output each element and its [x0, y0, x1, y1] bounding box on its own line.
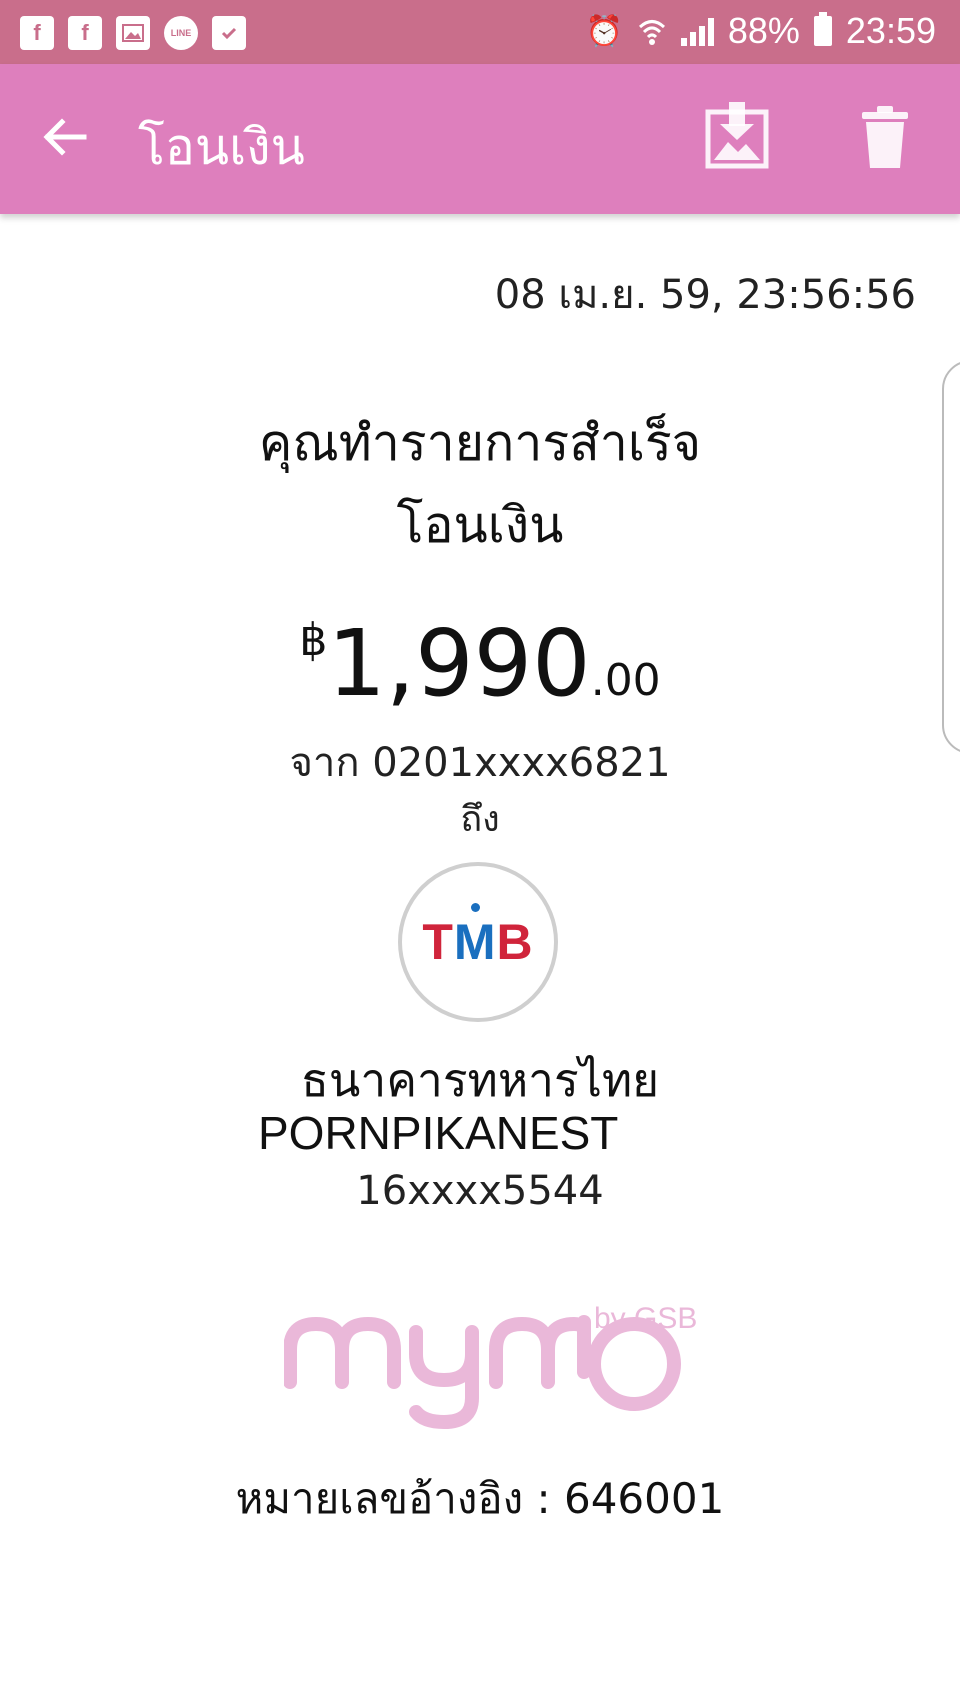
facebook-icon: f	[20, 16, 54, 50]
currency-symbol: ฿	[299, 615, 328, 666]
amount-decimal: .00	[590, 655, 661, 706]
edge-panel-handle[interactable]	[942, 360, 960, 754]
status-bar: f f LINE ⏰ 88% 23:59	[0, 0, 960, 64]
clock: 23:59	[845, 10, 936, 51]
reference-separator: :	[536, 1474, 551, 1523]
app-bar: โอนเงิน	[0, 64, 960, 214]
amount: ฿1,990.00	[0, 610, 960, 717]
gallery-icon	[116, 16, 150, 50]
back-arrow-icon[interactable]	[40, 112, 90, 162]
mymo-logo: by GSB	[284, 1302, 697, 1430]
brand-byline: by GSB	[594, 1302, 697, 1335]
wifi-icon	[638, 20, 665, 45]
reference-label: หมายเลขอ้างอิง	[235, 1474, 524, 1523]
reference-number: 646001	[563, 1474, 725, 1523]
amount-integer: 1,990	[327, 610, 591, 717]
from-line: จาก 0201xxxx6821	[0, 730, 960, 794]
recipient-account: 16xxxx5544	[356, 1168, 604, 1214]
battery-icon	[813, 12, 832, 46]
delete-button[interactable]	[860, 104, 910, 170]
battery-percent: 88%	[727, 10, 800, 51]
from-label: จาก	[289, 740, 360, 786]
reference-line: หมายเลขอ้างอิง : 646001	[0, 1466, 960, 1532]
bank-logo-letter: T	[422, 914, 454, 970]
to-label: ถึง	[460, 799, 500, 840]
bank-logo: TMB	[398, 862, 558, 1022]
transaction-type: โอนเงิน	[396, 496, 564, 554]
bank-logo-letter: M	[453, 903, 497, 970]
save-image-button[interactable]	[704, 100, 770, 170]
page-title: โอนเงิน	[138, 118, 305, 176]
alarm-icon: ⏰	[585, 14, 623, 48]
transaction-timestamp: 08 เม.ย. 59, 23:56:56	[494, 272, 916, 318]
briefcase-icon	[212, 16, 246, 50]
from-account: 0201xxxx6821	[372, 740, 671, 786]
signal-icon	[680, 16, 714, 46]
success-headline: คุณทำรายการสำเร็จ	[258, 414, 702, 472]
system-status: ⏰ 88% 23:59	[585, 10, 936, 52]
notification-icons: f f LINE	[20, 16, 246, 50]
bank-logo-letter: B	[496, 914, 534, 970]
line-icon: LINE	[164, 16, 198, 50]
facebook-icon: f	[68, 16, 102, 50]
recipient-name: PORNPIKANEST	[258, 1107, 619, 1159]
